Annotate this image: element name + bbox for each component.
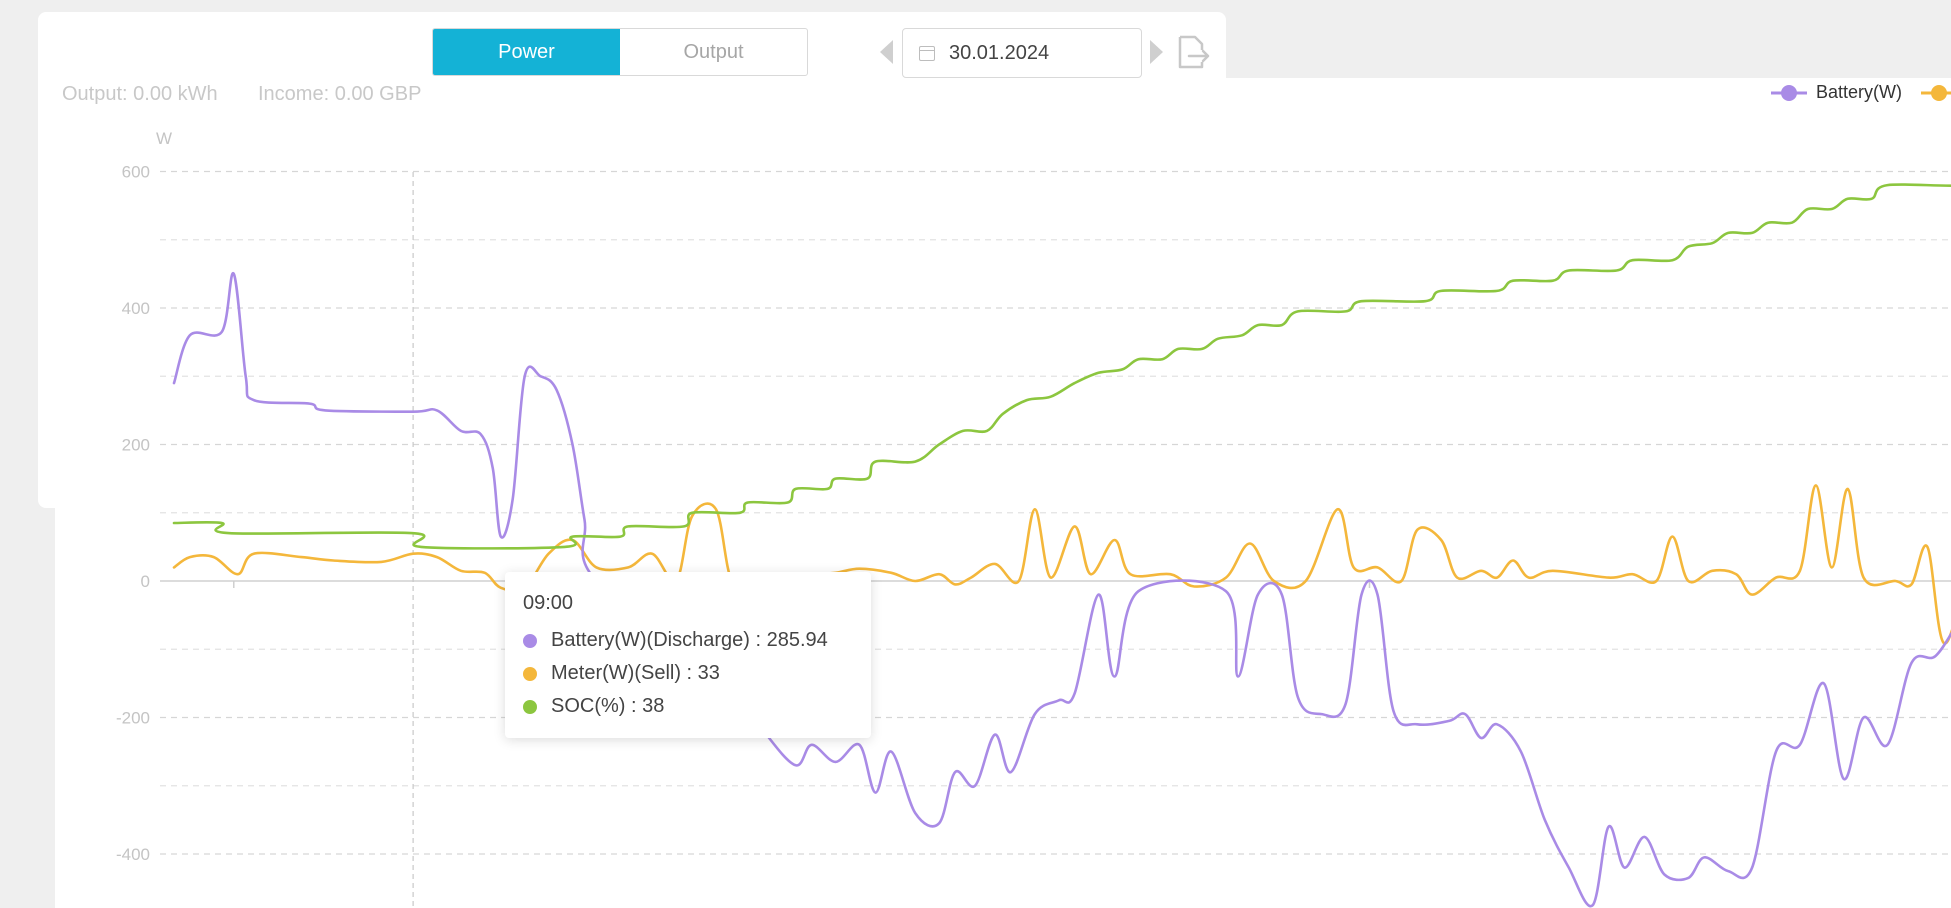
tooltip-text-battery: Battery(W)(Discharge) : 285.94: [551, 629, 828, 651]
tooltip-row-meter: Meter(W)(Sell) : 33: [523, 657, 853, 690]
chart-tooltip: 09:00 Battery(W)(Discharge) : 285.94 Met…: [505, 572, 871, 738]
soc-series-line: [172, 183, 1951, 550]
power-chart[interactable]: 600 400 200 0 -200 -400 W: [0, 0, 1951, 908]
y-tick-label: 0: [141, 572, 150, 591]
y-tick-label: 600: [122, 163, 150, 182]
tooltip-dot-soc: [523, 699, 537, 714]
y-tick-label: -400: [116, 845, 150, 864]
tooltip-text-meter: Meter(W)(Sell) : 33: [551, 662, 720, 684]
tooltip-time: 09:00: [523, 592, 574, 614]
tooltip-row-battery: Battery(W)(Discharge) : 285.94: [523, 624, 853, 657]
tooltip-dot-battery: [523, 633, 537, 648]
tooltip-text-soc: SOC(%) : 38: [551, 695, 665, 717]
tooltip-dot-meter: [523, 666, 537, 681]
meter-series-line: [172, 484, 1951, 645]
y-tick-label: 400: [122, 299, 150, 318]
tooltip-row-soc: SOC(%) : 38: [523, 690, 853, 723]
y-axis-label: W: [156, 129, 172, 148]
y-tick-label: -200: [116, 709, 150, 728]
y-tick-label: 200: [122, 436, 150, 455]
battery-series-line: [172, 272, 1951, 908]
